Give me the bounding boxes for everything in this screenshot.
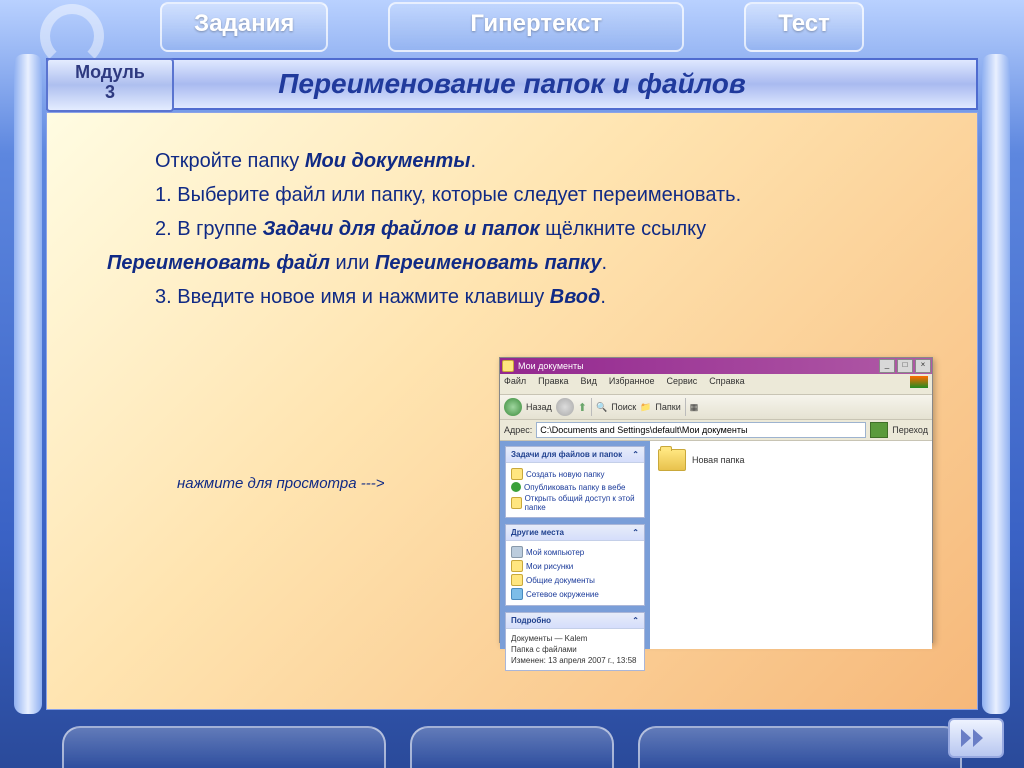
close-icon[interactable]: × [915, 359, 931, 373]
task-new-folder[interactable]: Создать новую папку [511, 468, 639, 480]
window-titlebar: Мои документы _ □ × [500, 358, 932, 374]
menu-view[interactable]: Вид [581, 376, 597, 392]
folder-icon [511, 574, 523, 586]
folder-item[interactable]: Новая папка [658, 449, 924, 471]
computer-icon [511, 546, 523, 558]
frame-left [14, 54, 42, 714]
module-badge: Модуль 3 [46, 58, 174, 112]
page-title: Переименование папок и файлов [46, 58, 978, 110]
tab-hypertext[interactable]: Гипертекст [388, 2, 684, 52]
place-pictures[interactable]: Мои рисунки [511, 560, 639, 572]
forward-double-icon [959, 727, 993, 749]
go-label: Переход [892, 425, 928, 435]
search-icon[interactable]: 🔍 [596, 402, 607, 413]
details-type: Папка с файлами [511, 645, 639, 654]
top-tabs: Задания Гипертекст Тест [0, 2, 1024, 52]
place-computer[interactable]: Мой компьютер [511, 546, 639, 558]
address-input[interactable] [536, 422, 866, 438]
menu-edit[interactable]: Правка [538, 376, 568, 392]
menu-help[interactable]: Справка [709, 376, 744, 392]
folder-icon [658, 449, 686, 471]
globe-icon [511, 482, 521, 492]
task-publish[interactable]: Опубликовать папку в вебе [511, 482, 639, 492]
step-1: 1. Выберите файл или папку, которые след… [155, 181, 937, 209]
place-network[interactable]: Сетевое окружение [511, 588, 639, 600]
minimize-icon[interactable]: _ [879, 359, 895, 373]
module-label: Модуль [48, 62, 172, 82]
menu-tools[interactable]: Сервис [666, 376, 697, 392]
panel-places: Другие места⌃ Мой компьютер Мои рисунки … [505, 524, 645, 606]
views-icon[interactable]: ▦ [690, 402, 699, 413]
window-title: Мои документы [518, 361, 584, 371]
slide-stage: Задания Гипертекст Тест Модуль 3 Переиме… [0, 0, 1024, 768]
network-icon [511, 588, 523, 600]
step-2-line2: Переименовать файл или Переименовать пап… [107, 249, 937, 277]
tab-tasks[interactable]: Задания [160, 2, 328, 52]
bottom-decoration [0, 714, 1024, 768]
place-shared[interactable]: Общие документы [511, 574, 639, 586]
back-icon[interactable] [504, 398, 522, 416]
details-date: Изменен: 13 апреля 2007 г., 13:58 [511, 656, 639, 665]
toolbar: Назад ⬆ 🔍Поиск 📁Папки ▦ [500, 395, 932, 420]
forward-icon[interactable] [556, 398, 574, 416]
address-label: Адрес: [504, 425, 532, 435]
maximize-icon[interactable]: □ [897, 359, 913, 373]
go-button-icon[interactable] [870, 422, 888, 438]
step-2-line1: 2. В группе Задачи для файлов и папок щё… [155, 215, 937, 243]
panel-tasks: Задачи для файлов и папок⌃ Создать новую… [505, 446, 645, 518]
up-icon[interactable]: ⬆ [578, 401, 587, 414]
sidebar: Задачи для файлов и папок⌃ Создать новую… [500, 441, 650, 649]
file-pane[interactable]: Новая папка [650, 441, 932, 649]
intro-line: Откройте папку Мои документы. [155, 147, 937, 175]
window-buttons: _ □ × [878, 357, 932, 375]
folder-icon [502, 360, 514, 372]
frame-right [982, 54, 1010, 714]
share-icon [511, 497, 522, 509]
task-share[interactable]: Открыть общий доступ к этой папке [511, 494, 639, 512]
step-3: 3. Введите новое имя и нажмите клавишу В… [155, 283, 937, 311]
menu-bar: Файл Правка Вид Избранное Сервис Справка [500, 374, 932, 395]
folder-icon [511, 560, 523, 572]
address-bar: Адрес: Переход [500, 420, 932, 441]
explorer-body: Задачи для файлов и папок⌃ Создать новую… [500, 441, 932, 649]
menu-fav[interactable]: Избранное [609, 376, 655, 392]
folders-icon[interactable]: 📁 [640, 402, 651, 413]
preview-caption: нажмите для просмотра ---> [177, 475, 384, 492]
folder-icon [511, 468, 523, 480]
tab-test[interactable]: Тест [744, 2, 864, 52]
folder-label: Новая папка [692, 455, 744, 465]
details-name: Документы — Kalem [511, 634, 639, 643]
module-number: 3 [48, 82, 172, 102]
collapse-icon[interactable]: ⌃ [632, 528, 639, 537]
menu-file[interactable]: Файл [504, 376, 526, 392]
collapse-icon[interactable]: ⌃ [632, 450, 639, 459]
next-button[interactable] [948, 718, 1004, 758]
content-area: Откройте папку Мои документы. 1. Выберит… [46, 112, 978, 710]
windows-flag-icon [910, 376, 928, 388]
explorer-thumbnail[interactable]: Мои документы _ □ × Файл Правка Вид Избр… [499, 357, 933, 643]
collapse-icon[interactable]: ⌃ [632, 616, 639, 625]
panel-details: Подробно⌃ Документы — Kalem Папка с файл… [505, 612, 645, 671]
back-label: Назад [526, 402, 552, 412]
